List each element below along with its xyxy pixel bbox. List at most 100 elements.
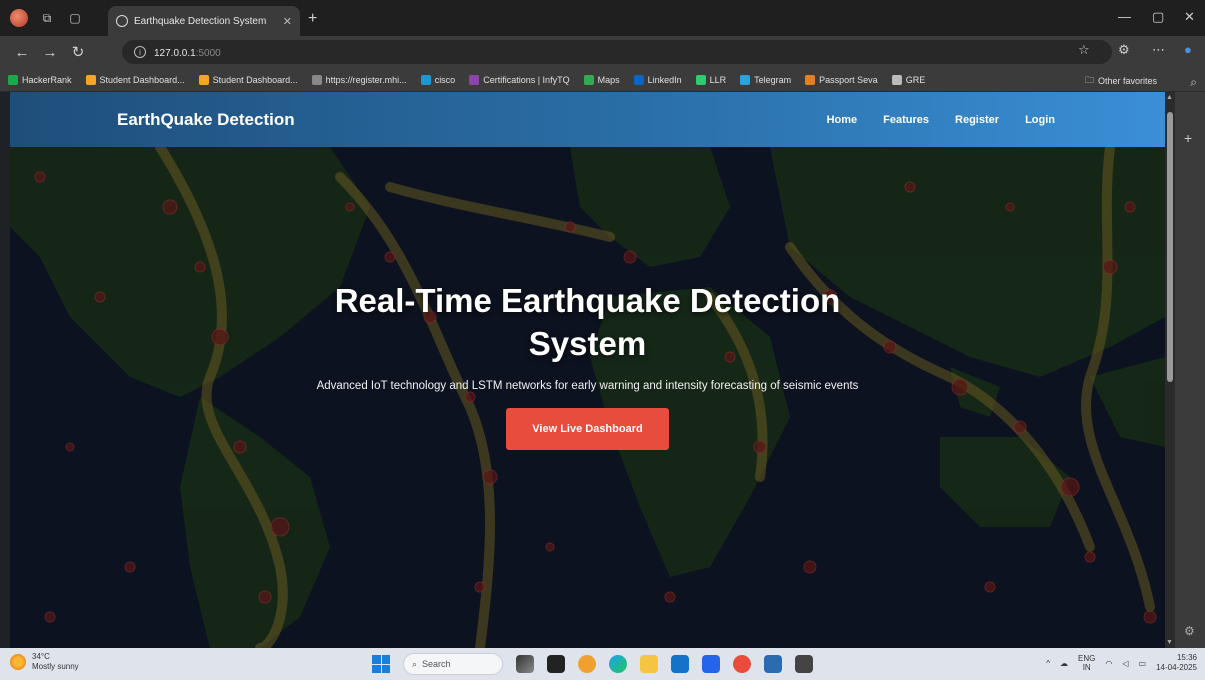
address-bar[interactable]: i 127.0.0.1:5000 [122, 40, 1112, 64]
bookmark-label: Passport Seva [819, 74, 878, 85]
site-info-icon[interactable]: i [134, 46, 146, 58]
system-tray: ^ ☁ ENG IN ◠ ◁ ▭ 15:36 14-04-2025 [1046, 653, 1197, 674]
close-window-icon[interactable]: ✕ [1184, 9, 1195, 25]
battery-icon[interactable]: ▭ [1139, 659, 1147, 668]
forward-icon[interactable]: → [36, 44, 64, 61]
url-host: 127.0.0.1 [154, 48, 196, 59]
bookmark-favicon-icon [469, 74, 480, 85]
store-icon[interactable] [671, 655, 689, 673]
bookmark-favicon-icon [891, 74, 902, 85]
bookmark-favicon-icon [311, 74, 322, 85]
other-favorites-label: Other favorites [1097, 76, 1157, 86]
page-scrollbar[interactable]: ▲ ▼ [1165, 92, 1175, 648]
back-icon[interactable]: ← [8, 44, 36, 61]
tab-active[interactable]: Earthquake Detection System ✕ [108, 6, 300, 36]
favorite-star-icon[interactable]: ☆ [1078, 42, 1090, 58]
taskbar-search-placeholder: Search [422, 659, 451, 669]
bookmark-favicon-icon [85, 74, 96, 85]
tab-actions-icon[interactable]: ▢ [66, 9, 84, 27]
app-icon-1[interactable] [516, 655, 534, 673]
bookmark-label: Maps [597, 74, 620, 85]
tray-overflow-icon[interactable]: ^ [1046, 659, 1050, 668]
bookmark-label: Student Dashboard... [99, 74, 185, 85]
bookmark-favicon-icon [740, 74, 751, 85]
bookmark-item[interactable]: Maps [583, 74, 620, 85]
url-port: :5000 [195, 48, 221, 59]
bookmark-item[interactable]: Student Dashboard... [198, 74, 298, 85]
view-live-dashboard-button[interactable]: View Live Dashboard [506, 408, 669, 451]
hero-section: Real-Time Earthquake Detection System Ad… [10, 147, 1165, 648]
search-icon: ⌕ [412, 658, 418, 669]
other-favorites[interactable]: 🗀 Other favorites [1085, 73, 1157, 89]
maximize-icon[interactable]: ▢ [1152, 9, 1164, 25]
bookmark-item[interactable]: Telegram [740, 74, 791, 85]
volume-icon[interactable]: ◁ [1122, 659, 1128, 668]
app-icon-3[interactable] [578, 655, 596, 673]
copilot-icon[interactable]: ● [1184, 42, 1192, 57]
bookmark-label: Certifications | InfyTQ [483, 74, 570, 85]
page-viewport: EarthQuake Detection Home Features Regis… [10, 92, 1165, 648]
bookmark-label: GRE [905, 74, 926, 85]
wifi-icon[interactable]: ◠ [1105, 659, 1112, 668]
bookmark-item[interactable]: HackerRank [8, 74, 72, 85]
more-menu-icon[interactable]: ⋯ [1152, 42, 1165, 58]
bookmark-favicon-icon [583, 74, 594, 85]
bookmark-label: https://register.mhi... [325, 74, 407, 85]
weather-widget[interactable]: 34°C Mostly sunny [10, 652, 79, 671]
bookmark-item[interactable]: LinkedIn [633, 74, 682, 85]
weather-sun-icon [10, 653, 26, 670]
bookmark-favicon-icon [420, 74, 431, 85]
language-indicator[interactable]: ENG IN [1078, 654, 1095, 673]
start-button[interactable] [372, 655, 390, 673]
taskbar-search[interactable]: ⌕ Search [403, 653, 503, 675]
app-icon-10[interactable] [795, 655, 813, 673]
lang-top: ENG [1078, 653, 1096, 663]
sidebar-settings-icon[interactable]: ⚙ [1184, 624, 1195, 638]
nav-link-home[interactable]: Home [827, 114, 858, 126]
nav-link-register[interactable]: Register [955, 114, 999, 126]
bookmark-item[interactable]: Certifications | InfyTQ [469, 74, 570, 85]
extensions-icon[interactable]: ⚙ [1118, 42, 1130, 58]
hero-title: Real-Time Earthquake Detection System [334, 282, 841, 362]
nav-link-features[interactable]: Features [883, 114, 929, 126]
bookmark-label: Student Dashboard... [212, 74, 298, 85]
minimize-icon[interactable]: — [1118, 9, 1131, 24]
site-brand[interactable]: EarthQuake Detection [117, 110, 295, 130]
sidebar-add-icon[interactable]: + [1184, 130, 1192, 146]
sidebar-search-icon[interactable]: ⌕ [1190, 75, 1197, 90]
weather-temperature: 34°C [32, 652, 50, 661]
app-icon-7[interactable] [702, 655, 720, 673]
scroll-up-icon[interactable]: ▲ [1166, 94, 1173, 101]
chrome-icon[interactable] [733, 655, 751, 673]
tab-close-icon[interactable]: ✕ [283, 15, 292, 28]
scroll-down-icon[interactable]: ▼ [1166, 639, 1173, 646]
onedrive-icon[interactable]: ☁ [1060, 659, 1068, 668]
bookmark-label: LLR [709, 74, 727, 85]
clock-time: 15:36 [1176, 653, 1197, 662]
reload-icon[interactable]: ↻ [64, 43, 92, 61]
bookmark-item[interactable]: cisco [420, 74, 455, 85]
nav-link-login[interactable]: Login [1025, 114, 1055, 126]
globe-icon [116, 15, 128, 27]
file-explorer-icon[interactable] [640, 655, 658, 673]
new-tab-icon[interactable]: + [308, 10, 317, 28]
app-icon-2[interactable] [547, 655, 565, 673]
bookmark-item[interactable]: https://register.mhi... [311, 74, 407, 85]
collections-icon[interactable]: ⧉ [38, 9, 56, 27]
scrollbar-thumb[interactable] [1167, 112, 1173, 382]
bookmark-item[interactable]: Student Dashboard... [85, 74, 185, 85]
bookmark-item[interactable]: LLR [695, 74, 727, 85]
clock[interactable]: 15:36 14-04-2025 [1156, 653, 1197, 674]
hero-content: Real-Time Earthquake Detection System Ad… [10, 147, 1165, 648]
bookmark-label: HackerRank [22, 74, 72, 85]
edge-icon[interactable] [609, 655, 627, 673]
folder-icon: 🗀 [1084, 75, 1094, 85]
profile-avatar[interactable] [10, 9, 28, 27]
bookmark-item[interactable]: GRE [891, 74, 926, 85]
app-icon-9[interactable] [764, 655, 782, 673]
hero-subtitle: Advanced IoT technology and LSTM network… [316, 379, 859, 392]
lang-bottom: IN [1082, 663, 1091, 673]
weather-condition: Mostly sunny [32, 661, 79, 671]
bookmark-item[interactable]: Passport Seva [805, 74, 878, 85]
bookmark-label: LinkedIn [647, 74, 682, 85]
